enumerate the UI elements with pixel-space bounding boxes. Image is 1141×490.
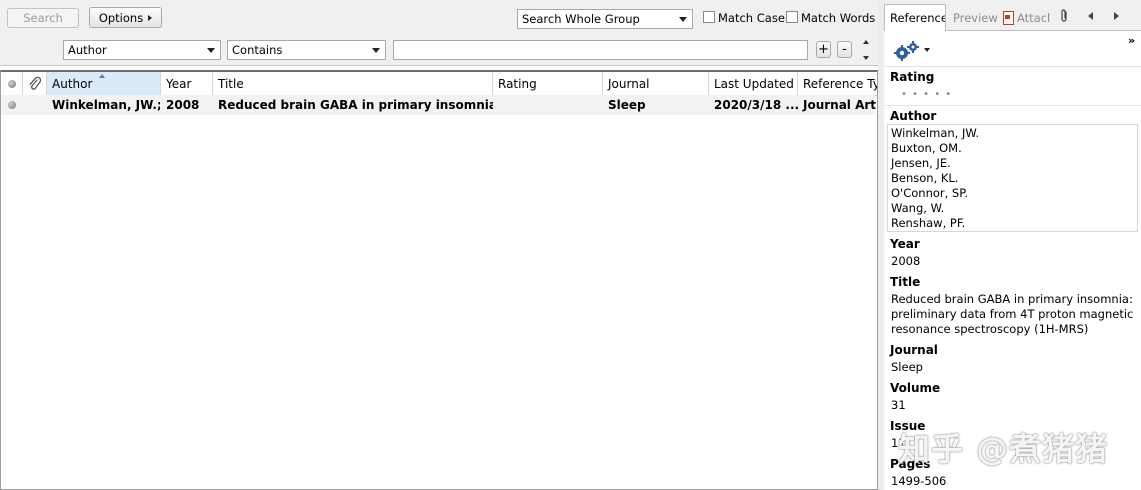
row-last-updated: 2020/3/18 ...	[714, 98, 798, 112]
read-status-icon	[7, 79, 16, 88]
volume-value[interactable]: 31	[891, 398, 906, 413]
column-header-author[interactable]: Author	[47, 72, 161, 96]
rating-stars[interactable]: • • • • •	[901, 87, 952, 102]
title-value[interactable]: preliminary data from 4T proton magnetic	[891, 307, 1133, 322]
author-value: O'Connor, SP.	[891, 186, 969, 200]
tab-attachments-label: Attacl	[1017, 10, 1051, 25]
search-panel: Search Options Search Whole Group Match …	[0, 0, 878, 66]
rating-label: Rating	[890, 70, 935, 84]
author-label: Author	[890, 109, 937, 123]
search-field-value: Author	[68, 43, 107, 57]
tab-attachments[interactable]: Attacl	[1000, 4, 1056, 31]
expand-icon[interactable]: »	[1128, 34, 1135, 47]
author-value: Winkelman, JW.	[891, 126, 980, 140]
search-operator-value: Contains	[232, 43, 283, 57]
divider	[885, 105, 1141, 106]
journal-value[interactable]: Sleep	[891, 360, 923, 375]
scroll-up-icon[interactable]	[863, 40, 869, 44]
chevron-down-icon[interactable]	[924, 48, 930, 52]
reference-list: Author Year Title Rating Journal Last Up…	[0, 70, 878, 490]
column-header-reference-type[interactable]: Reference Typ	[798, 72, 877, 96]
paperclip-icon[interactable]	[1059, 8, 1069, 24]
column-header-title[interactable]: Title	[213, 72, 493, 96]
column-author-label: Author	[52, 76, 93, 91]
volume-label: Volume	[890, 381, 941, 395]
attachment-header[interactable]	[23, 72, 47, 96]
reference-panel-tabs: Reference Preview Attacl	[884, 0, 1141, 31]
match-words-checkbox[interactable]	[786, 11, 798, 23]
search-scope-value: Search Whole Group	[522, 12, 640, 26]
match-case-checkbox[interactable]	[703, 11, 715, 23]
read-status-icon	[8, 101, 16, 109]
chevron-down-icon	[372, 48, 380, 53]
match-case-label: Match Case	[718, 11, 785, 25]
author-value: Benson, KL.	[891, 171, 959, 185]
row-journal: Sleep	[608, 98, 646, 112]
gears-icon[interactable]	[893, 40, 921, 62]
search-query-input[interactable]	[393, 40, 808, 60]
chevron-right-icon	[148, 14, 153, 21]
options-label: Options	[98, 10, 144, 25]
sort-ascending-icon	[99, 74, 105, 78]
scroll-down-icon[interactable]	[863, 56, 869, 60]
read-status-header[interactable]	[1, 72, 23, 96]
remove-search-row-button[interactable]: -	[837, 41, 852, 58]
row-rating	[493, 95, 603, 115]
pages-value[interactable]: 1499-506	[891, 474, 946, 489]
author-value: Jensen, JE.	[891, 156, 951, 170]
search-field-select[interactable]: Author	[63, 40, 221, 60]
title-value[interactable]: Reduced brain GABA in primary insomnia:	[891, 292, 1133, 307]
row-title: Reduced brain GABA in primary insomnia: …	[218, 98, 493, 112]
title-label: Title	[890, 275, 921, 289]
author-value: Wang, W.	[891, 201, 945, 215]
column-header-rating[interactable]: Rating	[493, 72, 603, 96]
tab-reference[interactable]: Reference	[884, 4, 946, 31]
tab-preview[interactable]: Preview	[948, 4, 998, 31]
paperclip-icon	[29, 76, 41, 90]
author-value: Buxton, OM.	[891, 141, 962, 155]
column-header-year[interactable]: Year	[161, 72, 213, 96]
search-button[interactable]: Search	[7, 8, 79, 28]
match-words-label: Match Words	[801, 11, 876, 25]
search-operator-select[interactable]: Contains	[227, 40, 386, 60]
journal-label: Journal	[890, 343, 938, 357]
year-value[interactable]: 2008	[891, 254, 920, 269]
options-button[interactable]: Options	[89, 7, 162, 28]
column-header-last-updated[interactable]: Last Updated	[709, 72, 798, 96]
arrow-left-icon[interactable]	[1088, 12, 1093, 20]
watermark: 知乎 @煮猪猪	[898, 430, 1109, 468]
row-reference-type: Journal Articl	[803, 98, 876, 112]
row-year: 2008	[166, 98, 200, 112]
pdf-icon	[1003, 10, 1014, 25]
add-search-row-button[interactable]: +	[816, 41, 831, 58]
author-value: Renshaw, PF.	[891, 216, 966, 230]
chevron-down-icon	[207, 48, 215, 53]
arrow-right-icon[interactable]	[1114, 12, 1119, 20]
column-header-journal[interactable]: Journal	[603, 72, 709, 96]
title-value[interactable]: resonance spectroscopy (1H-MRS)	[891, 322, 1088, 337]
year-label: Year	[890, 237, 920, 251]
chevron-down-icon	[679, 17, 687, 22]
row-author: Winkelman, JW.;...	[52, 98, 160, 112]
search-scope-select[interactable]: Search Whole Group	[517, 9, 693, 29]
